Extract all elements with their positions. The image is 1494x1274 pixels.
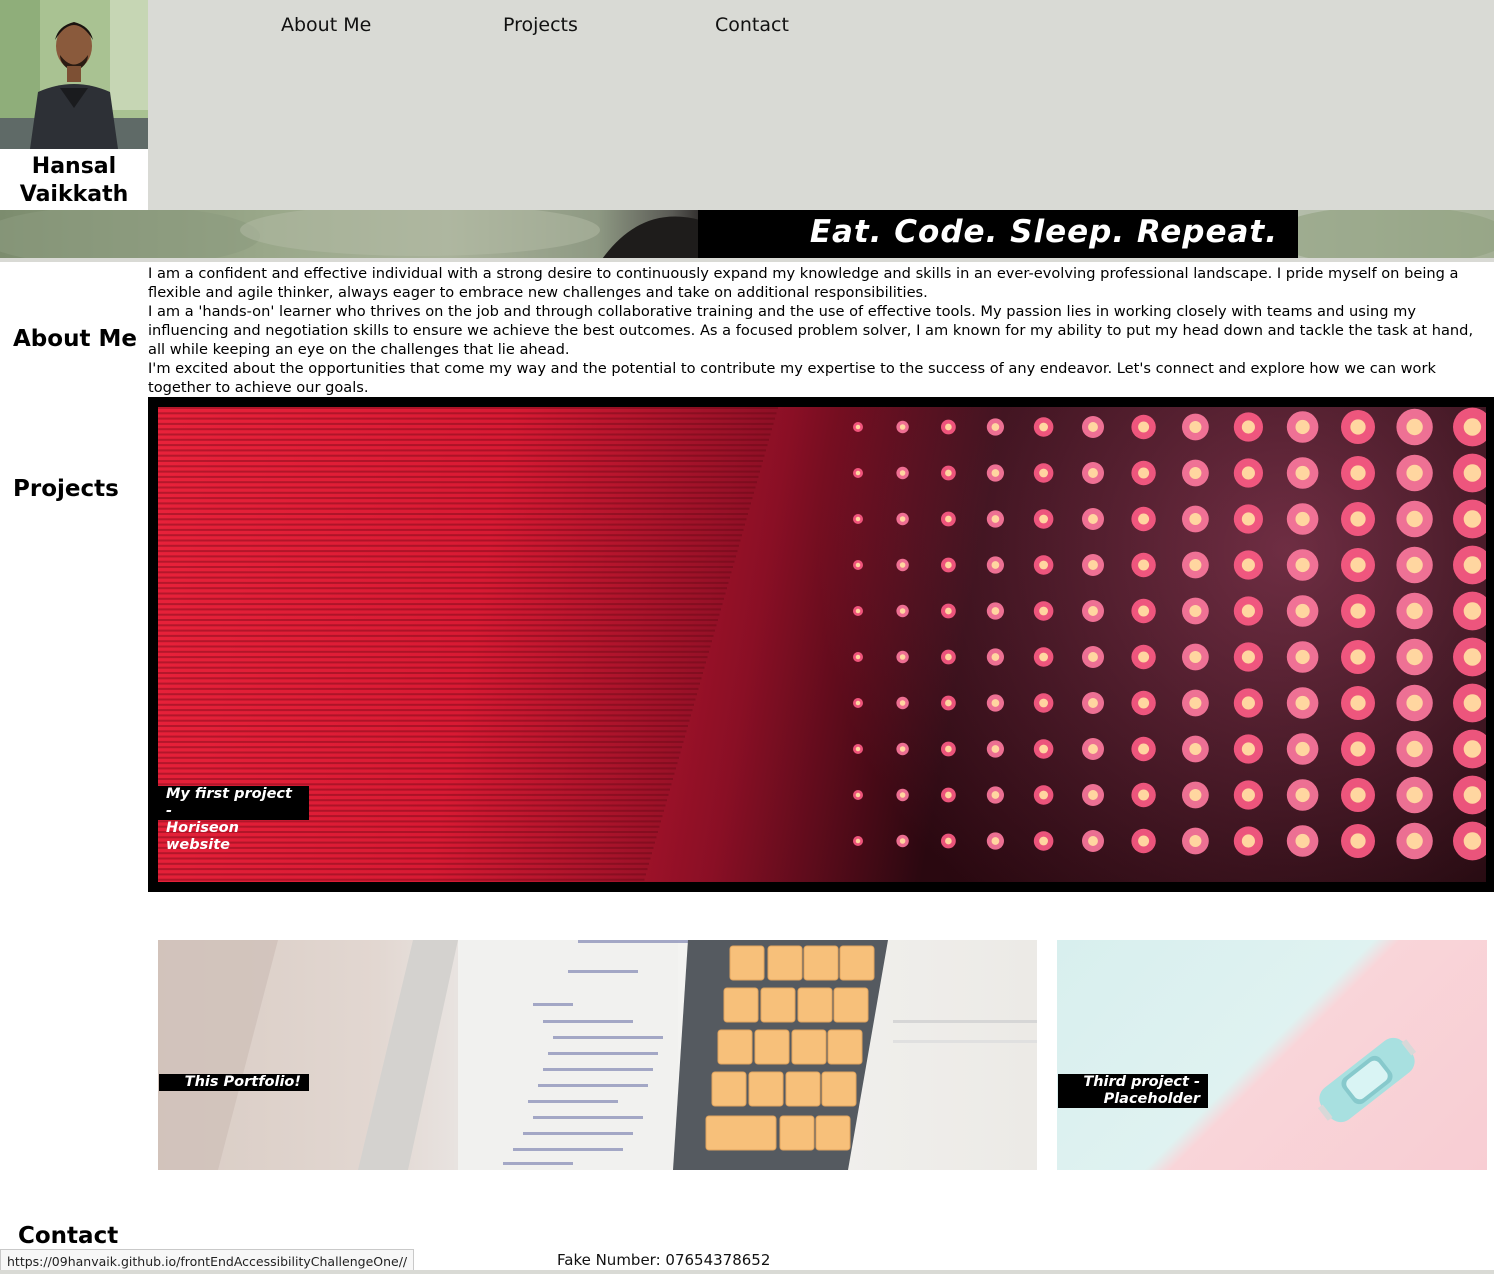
tagline-box: Eat. Code. Sleep. Repeat. xyxy=(698,210,1298,258)
tagline: Eat. Code. Sleep. Repeat. xyxy=(809,214,1278,250)
project-card-portfolio[interactable]: This Portfolio! xyxy=(158,940,1037,1170)
about-text: I am a confident and effective individua… xyxy=(148,264,1494,397)
caption-line: Third project - xyxy=(1083,1074,1200,1090)
nav-about-me[interactable]: About Me xyxy=(281,14,371,36)
nav-projects[interactable]: Projects xyxy=(503,14,578,36)
project-caption-portfolio[interactable]: This Portfolio! xyxy=(159,1074,309,1091)
about-paragraph: I'm excited about the opportunities that… xyxy=(148,360,1436,396)
project-caption-third[interactable]: Third project - Placeholder xyxy=(1058,1074,1208,1108)
projects-heading: Projects xyxy=(13,476,119,502)
footer-divider xyxy=(0,1270,1494,1274)
led-dots-pattern xyxy=(158,407,1486,881)
project-card-third[interactable]: Third project - Placeholder xyxy=(1057,940,1487,1170)
profile-block: Hansal Vaikkath xyxy=(0,0,148,210)
code-calculator-image xyxy=(158,940,1037,1170)
hero-divider xyxy=(0,258,1494,262)
about-paragraph: I am a confident and effective individua… xyxy=(148,265,1459,301)
contact-heading: Contact xyxy=(18,1223,119,1249)
profile-photo xyxy=(0,0,148,149)
contact-phone: Fake Number: 07654378652 xyxy=(557,1251,771,1269)
about-heading: About Me xyxy=(13,326,137,352)
site-header: Hansal Vaikkath About Me Projects Contac… xyxy=(0,0,1494,210)
led-wall-image xyxy=(158,407,1486,882)
profile-name: Hansal Vaikkath xyxy=(19,154,129,207)
toy-car-image xyxy=(1317,1037,1417,1123)
caption-line: Placeholder xyxy=(1103,1091,1200,1107)
caption-line: My first project - xyxy=(166,786,292,819)
nav-contact[interactable]: Contact xyxy=(715,14,789,36)
project-card-horiseon[interactable]: My first project - Horiseon website xyxy=(148,397,1494,892)
caption-line: Horiseon website xyxy=(166,820,239,853)
caption-line: This Portfolio! xyxy=(184,1074,301,1090)
about-paragraph: I am a 'hands-on' learner who thrives on… xyxy=(148,303,1474,358)
profile-photo-illustration xyxy=(0,0,148,149)
hero-banner: Eat. Code. Sleep. Repeat. xyxy=(0,210,1494,262)
project-caption-horiseon[interactable]: My first project - Horiseon website xyxy=(158,786,309,853)
